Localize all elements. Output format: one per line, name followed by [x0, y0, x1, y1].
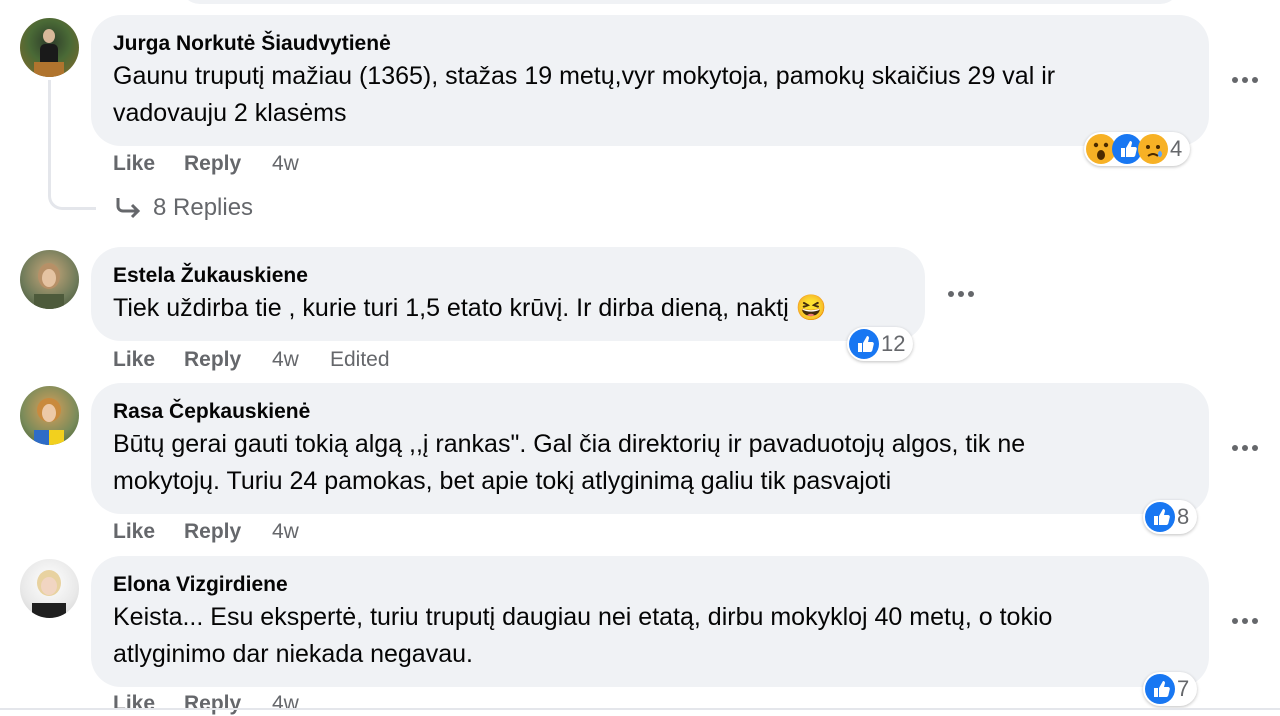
reaction-count: 8	[1177, 504, 1190, 529]
like-icon	[1145, 674, 1175, 704]
like-icon	[849, 329, 879, 359]
comment-author[interactable]: Rasa Čepkauskienė	[113, 399, 1185, 425]
comment-bubble: Jurga Norkutė Šiaudvytienė Gaunu truputį…	[91, 15, 1209, 146]
avatar[interactable]	[20, 386, 79, 445]
like-button[interactable]: Like	[113, 692, 184, 716]
reaction-summary[interactable]: 12	[847, 327, 914, 361]
avatar[interactable]	[20, 18, 79, 77]
view-replies-link[interactable]: 8 Replies	[115, 194, 253, 222]
bottom-divider	[0, 708, 1280, 710]
comment-text: Tiek uždirba tie , kurie turi 1,5 etato …	[113, 294, 827, 322]
more-options-icon[interactable]	[1232, 443, 1262, 453]
comment-author[interactable]: Elona Vizgirdiene	[113, 572, 1185, 598]
comment-timestamp[interactable]: 4w	[272, 348, 330, 372]
comment-text: Būtų gerai gauti tokią algą ,,į rankas".…	[113, 430, 1026, 495]
like-button[interactable]: Like	[113, 520, 184, 544]
comment-author[interactable]: Estela Žukauskiene	[113, 263, 901, 289]
more-options-icon[interactable]	[1232, 75, 1262, 85]
like-button[interactable]: Like	[113, 348, 184, 372]
comment-timestamp[interactable]: 4w	[272, 152, 330, 176]
thread-connector-line	[48, 80, 96, 210]
reply-arrow-icon	[116, 198, 141, 219]
comment-bubble: Elona Vizgirdiene Keista... Esu ekspertė…	[91, 556, 1209, 687]
reaction-count: 7	[1177, 676, 1190, 701]
comment-actions: Like Reply 4w Edited	[113, 348, 390, 372]
reply-button[interactable]: Reply	[184, 152, 272, 176]
reaction-summary[interactable]: 7	[1143, 672, 1198, 706]
comment-text: Gaunu truputį mažiau (1365), stažas 19 m…	[113, 62, 1056, 127]
reply-button[interactable]: Reply	[184, 348, 272, 372]
comment-author[interactable]: Jurga Norkutė Šiaudvytienė	[113, 31, 1185, 57]
comment-actions: Like Reply 4w	[113, 692, 330, 716]
reply-button[interactable]: Reply	[184, 692, 272, 716]
comment-bubble: Rasa Čepkauskienė Būtų gerai gauti tokią…	[91, 383, 1209, 514]
avatar[interactable]	[20, 250, 79, 309]
comment-actions: Like Reply 4w	[113, 520, 330, 544]
comment-timestamp[interactable]: 4w	[272, 520, 330, 544]
more-options-icon[interactable]	[1232, 616, 1262, 626]
comment-actions: Like Reply 4w	[113, 152, 330, 176]
more-options-icon[interactable]	[948, 289, 978, 299]
replies-count-label[interactable]: 8 Replies	[153, 194, 253, 222]
reaction-count: 4	[1170, 136, 1183, 161]
like-icon	[1145, 502, 1175, 532]
edited-label[interactable]: Edited	[330, 348, 390, 372]
previous-comment-bubble-edge	[180, 0, 1180, 4]
reaction-count: 12	[881, 331, 906, 356]
comment-bubble: Estela Žukauskiene Tiek uždirba tie , ku…	[91, 247, 925, 341]
reply-button[interactable]: Reply	[184, 520, 272, 544]
like-button[interactable]: Like	[113, 152, 184, 176]
comment-text: Keista... Esu ekspertė, turiu truputį da…	[113, 603, 1053, 668]
sad-icon	[1138, 134, 1168, 164]
comment-timestamp[interactable]: 4w	[272, 692, 330, 716]
reaction-summary[interactable]: 8	[1143, 500, 1198, 534]
reaction-summary[interactable]: 4	[1084, 132, 1191, 166]
avatar[interactable]	[20, 559, 79, 618]
